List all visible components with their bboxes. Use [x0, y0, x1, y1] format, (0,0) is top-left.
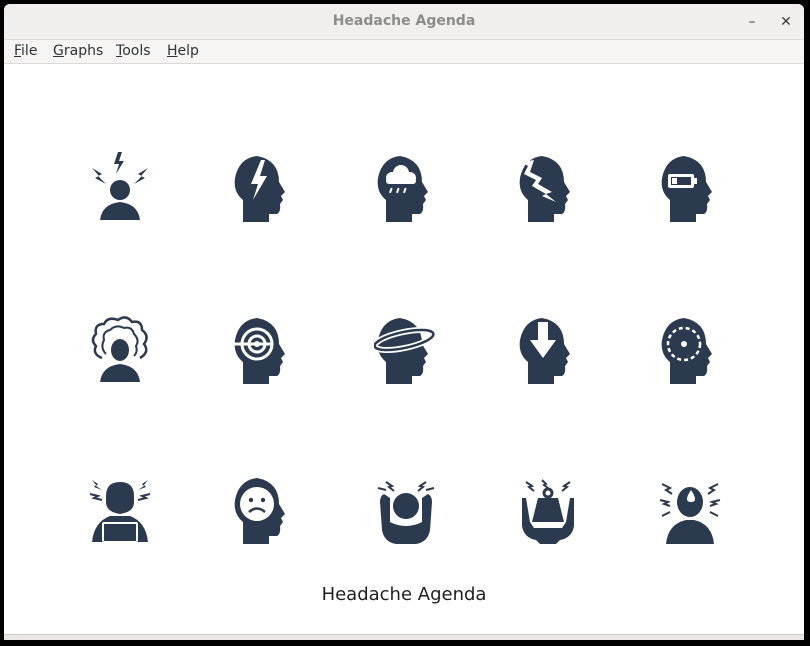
app-window: Headache Agenda – ✕ File Graphs Tools He…	[4, 4, 804, 640]
menu-file-mnemonic: F	[14, 43, 22, 59]
head-orbit-ring-icon[interactable]	[374, 316, 438, 386]
menu-graphs-mnemonic: G	[53, 43, 64, 59]
menu-graphs-label: raphs	[63, 43, 104, 59]
menu-graphs[interactable]: Graphs	[53, 43, 103, 59]
person-hands-on-head-icon[interactable]	[374, 476, 438, 546]
menu-help-mnemonic: H	[167, 43, 178, 59]
close-button[interactable]: ✕	[776, 12, 796, 32]
menu-tools[interactable]: Tools	[116, 43, 151, 59]
menu-file[interactable]: File	[14, 43, 37, 59]
person-sweating-stress-icon[interactable]	[658, 476, 722, 546]
title-bar[interactable]: Headache Agenda – ✕	[4, 4, 804, 40]
head-target-icon[interactable]	[231, 316, 295, 386]
head-down-arrow-icon[interactable]	[516, 316, 580, 386]
head-cracked-icon[interactable]	[516, 154, 580, 224]
head-dashed-circle-icon[interactable]	[658, 316, 722, 386]
menu-tools-label: ools	[122, 43, 151, 59]
menu-file-label: ile	[21, 43, 38, 59]
stress-person-lightning-icon[interactable]	[88, 152, 152, 222]
menu-help[interactable]: Help	[167, 43, 199, 59]
head-sad-face-icon[interactable]	[231, 476, 295, 546]
app-caption: Headache Agenda	[321, 584, 487, 605]
head-storm-cloud-icon[interactable]	[374, 154, 438, 224]
minimize-button[interactable]: –	[742, 12, 762, 32]
person-lifting-weight-icon[interactable]	[516, 476, 580, 546]
window-title: Headache Agenda	[332, 13, 476, 29]
person-laptop-stress-icon[interactable]	[88, 476, 152, 546]
person-frazzled-hair-icon[interactable]	[88, 314, 152, 384]
menu-bar: File Graphs Tools Help	[4, 40, 804, 64]
status-strip	[4, 634, 804, 640]
head-lightning-icon[interactable]	[231, 154, 295, 224]
menu-help-label: elp	[177, 43, 199, 59]
head-low-battery-icon[interactable]	[658, 154, 722, 224]
